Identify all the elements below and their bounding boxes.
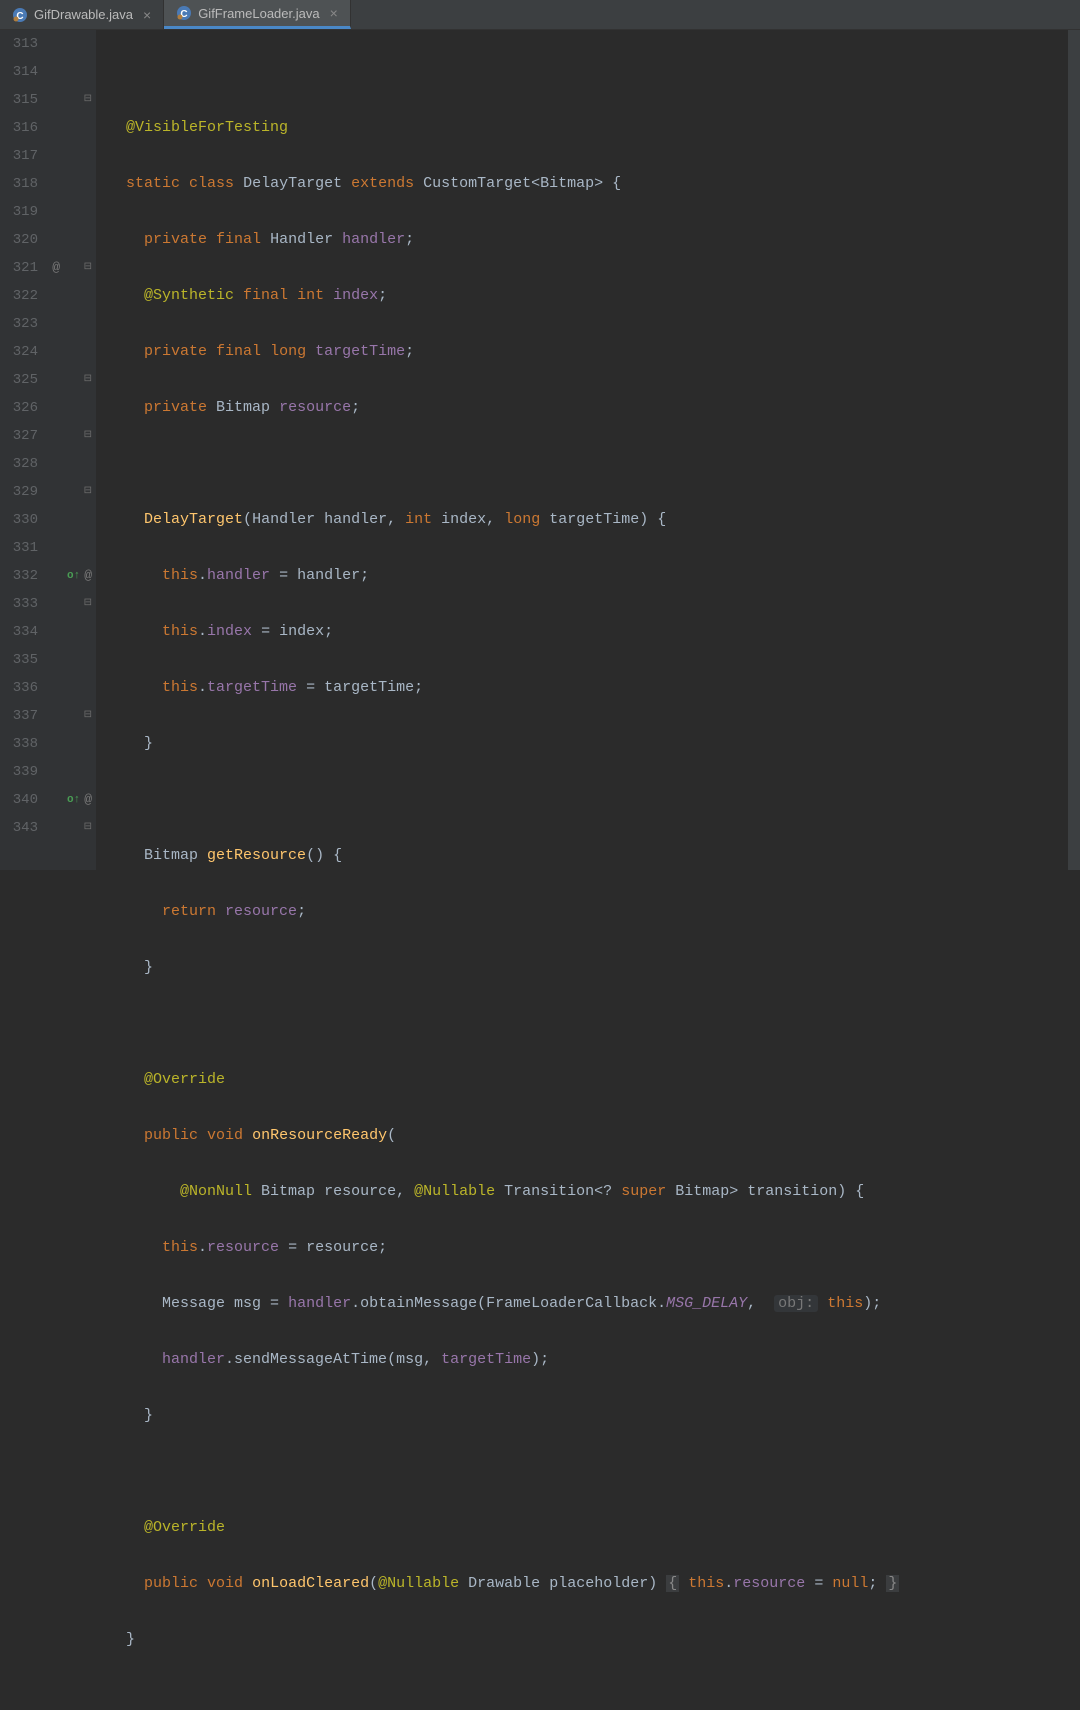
code-line: this.resource = resource; — [108, 1234, 1080, 1262]
line-number: 320 — [0, 226, 38, 254]
code-line: private final long targetTime; — [108, 338, 1080, 366]
line-number: 324 — [0, 338, 38, 366]
tab-label: GifFrameLoader.java — [198, 6, 319, 21]
line-number: 330 — [0, 506, 38, 534]
fold-close-icon[interactable]: ⊟ — [84, 478, 92, 506]
line-number: 315 — [0, 86, 38, 114]
code-area[interactable]: @VisibleForTesting static class DelayTar… — [96, 30, 1080, 870]
code-line: this.handler = handler; — [108, 562, 1080, 590]
java-class-icon: C — [12, 7, 28, 23]
fold-open-icon[interactable]: ⊟ — [84, 86, 92, 114]
line-number: 313 — [0, 30, 38, 58]
override-marker-icon[interactable]: o↑ — [67, 562, 80, 590]
code-line: public void onResourceReady( — [108, 1122, 1080, 1150]
line-number-gutter: 313 314 315 316 317 318 319 320 321 322 … — [0, 30, 44, 870]
annotation-marker[interactable]: @ — [84, 562, 92, 590]
tab-gifdrawable[interactable]: C GifDrawable.java × — [0, 0, 164, 29]
code-line: } — [108, 954, 1080, 982]
code-line: return resource; — [108, 898, 1080, 926]
annotation-marker[interactable]: @ — [52, 254, 60, 282]
code-line: DelayTarget(Handler handler, int index, … — [108, 506, 1080, 534]
fold-close-icon[interactable]: ⊟ — [84, 366, 92, 394]
code-editor[interactable]: 313 314 315 316 317 318 319 320 321 322 … — [0, 30, 1080, 870]
line-number: 339 — [0, 758, 38, 786]
close-icon[interactable]: × — [143, 7, 151, 23]
code-line: Message msg = handler.obtainMessage(Fram… — [108, 1290, 1080, 1318]
code-line: @Override — [108, 1514, 1080, 1542]
gutter-annotations: ⊟ @ ⊟ ⊟ ⊟ ⊟ o↑ @ ⊟ ⊟ o↑ @ ⊟ — [44, 30, 96, 870]
line-number: 328 — [0, 450, 38, 478]
line-number: 331 — [0, 534, 38, 562]
line-number: 316 — [0, 114, 38, 142]
annotation-marker[interactable]: @ — [84, 786, 92, 814]
code-line: @Synthetic final int index; — [108, 282, 1080, 310]
fold-open-icon[interactable]: ⊟ — [84, 254, 92, 282]
code-line: } — [108, 1402, 1080, 1430]
fold-close-icon[interactable]: ⊟ — [84, 702, 92, 730]
line-number: 317 — [0, 142, 38, 170]
code-line: public void onLoadCleared(@Nullable Draw… — [108, 1570, 1080, 1598]
line-number: 334 — [0, 618, 38, 646]
code-line: @Override — [108, 1066, 1080, 1094]
inline-hint: obj: — [774, 1295, 818, 1312]
code-line: @VisibleForTesting — [108, 114, 1080, 142]
code-line — [108, 786, 1080, 814]
close-icon[interactable]: × — [330, 5, 338, 21]
line-number: 323 — [0, 310, 38, 338]
code-line — [108, 450, 1080, 478]
code-line — [108, 58, 1080, 86]
code-line: } — [108, 1626, 1080, 1654]
code-line — [108, 1010, 1080, 1038]
line-number: 335 — [0, 646, 38, 674]
line-number: 314 — [0, 58, 38, 86]
code-line: @NonNull Bitmap resource, @Nullable Tran… — [108, 1178, 1080, 1206]
line-number: 337 — [0, 702, 38, 730]
line-number: 336 — [0, 674, 38, 702]
editor-tabs: C GifDrawable.java × C GifFrameLoader.ja… — [0, 0, 1080, 30]
line-number: 340 — [0, 786, 38, 814]
line-number: 332 — [0, 562, 38, 590]
line-number: 338 — [0, 730, 38, 758]
vertical-scrollbar[interactable] — [1068, 30, 1080, 870]
tab-label: GifDrawable.java — [34, 7, 133, 22]
code-line: static class DelayTarget extends CustomT… — [108, 170, 1080, 198]
line-number: 319 — [0, 198, 38, 226]
line-number: 321 — [0, 254, 38, 282]
fold-open-icon[interactable]: ⊟ — [84, 422, 92, 450]
line-number: 326 — [0, 394, 38, 422]
code-line: this.targetTime = targetTime; — [108, 674, 1080, 702]
line-number: 329 — [0, 478, 38, 506]
line-number: 327 — [0, 422, 38, 450]
code-line: handler.sendMessageAtTime(msg, targetTim… — [108, 1346, 1080, 1374]
fold-open-icon[interactable]: ⊟ — [84, 590, 92, 618]
code-line: } — [108, 730, 1080, 758]
tab-gifframeloader[interactable]: C GifFrameLoader.java × — [164, 0, 351, 29]
line-number: 325 — [0, 366, 38, 394]
code-line: Bitmap getResource() { — [108, 842, 1080, 870]
line-number: 318 — [0, 170, 38, 198]
code-line: this.index = index; — [108, 618, 1080, 646]
java-class-icon: C — [176, 5, 192, 21]
code-line: private final Handler handler; — [108, 226, 1080, 254]
code-line: private Bitmap resource; — [108, 394, 1080, 422]
override-marker-icon[interactable]: o↑ — [67, 786, 80, 814]
line-number: 322 — [0, 282, 38, 310]
code-line — [108, 1458, 1080, 1486]
line-number: 343 — [0, 814, 38, 842]
line-number: 333 — [0, 590, 38, 618]
fold-close-icon[interactable]: ⊟ — [84, 814, 92, 842]
